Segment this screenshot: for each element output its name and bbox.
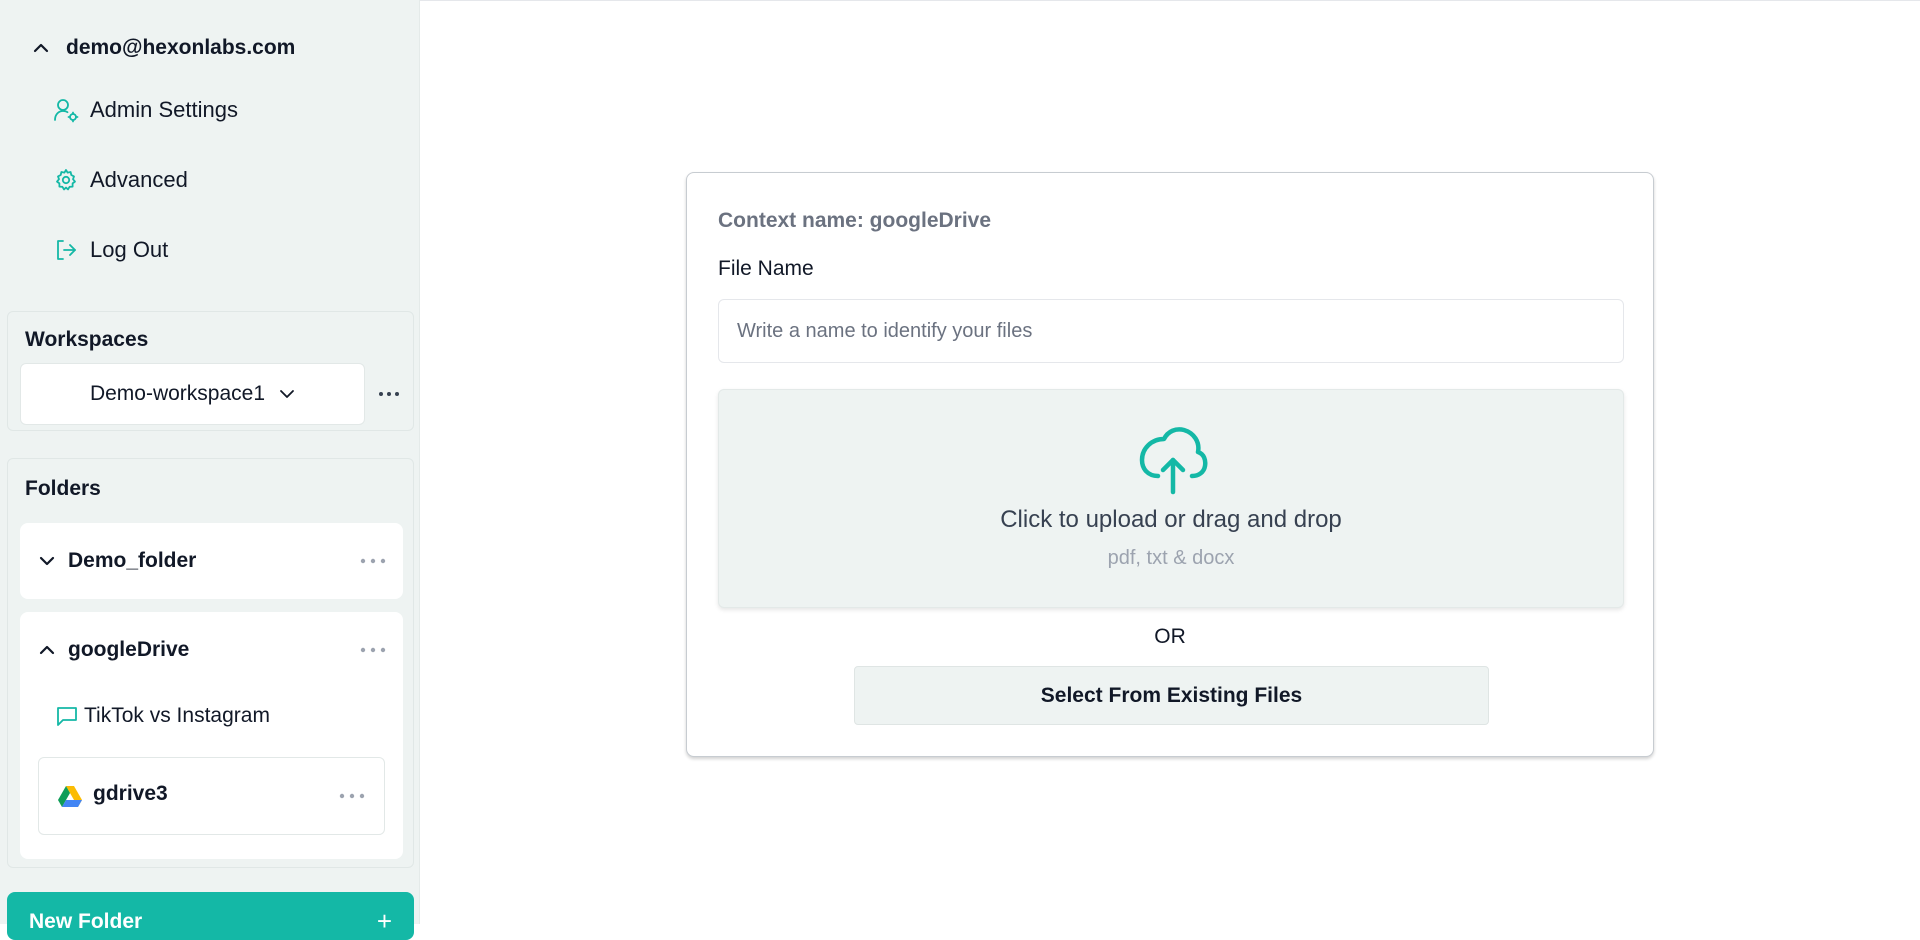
source-gdrive[interactable]: gdrive3 xyxy=(38,757,385,835)
workspaces-panel: Workspaces Demo-workspace1 xyxy=(7,311,414,431)
select-existing-files-label: Select From Existing Files xyxy=(1040,683,1303,707)
plus-icon: + xyxy=(376,906,392,936)
chat-item[interactable]: TikTok vs Instagram xyxy=(54,700,270,732)
file-name-label: File Name xyxy=(718,257,814,280)
advanced-label: Advanced xyxy=(90,167,188,192)
workspaces-title: Workspaces xyxy=(25,328,149,351)
workspace-more-icon[interactable] xyxy=(374,380,404,408)
dropzone-file-types: pdf, txt & docx xyxy=(1107,547,1235,569)
gear-icon xyxy=(52,166,80,194)
account-email: demo@hexonlabs.com xyxy=(66,36,296,59)
chevron-down-icon xyxy=(279,389,295,399)
log-out-label: Log Out xyxy=(90,237,169,262)
file-name-input[interactable] xyxy=(718,299,1624,363)
chevron-up-icon[interactable] xyxy=(34,640,60,660)
context-name: Context name: googleDrive xyxy=(718,209,992,232)
folder-more-icon[interactable] xyxy=(357,636,389,664)
new-folder-button[interactable]: New Folder + xyxy=(7,892,414,940)
folders-panel: Folders Demo_folder googleDrive TikTok v… xyxy=(7,458,414,868)
log-out-icon xyxy=(52,236,80,264)
folder-googledrive: googleDrive TikTok vs Instagram gdrive3 xyxy=(20,612,403,859)
upload-dropzone[interactable]: Click to upload or drag and drop pdf, tx… xyxy=(718,389,1624,608)
or-divider-text: OR xyxy=(1154,625,1186,648)
new-folder-label: New Folder xyxy=(29,910,143,933)
folder-demo-folder[interactable]: Demo_folder xyxy=(20,523,403,599)
folders-title: Folders xyxy=(25,477,101,500)
workspace-select[interactable]: Demo-workspace1 xyxy=(20,363,365,425)
advanced-link[interactable]: Advanced xyxy=(52,162,188,198)
dropzone-text: Click to upload or drag and drop xyxy=(1000,506,1342,533)
top-divider xyxy=(420,0,1920,1)
source-name: gdrive3 xyxy=(93,782,168,805)
google-drive-icon xyxy=(57,785,83,809)
chat-bubble-icon xyxy=(54,703,80,729)
upload-card: Context name: googleDrive File Name Clic… xyxy=(686,172,1654,757)
select-existing-files-button[interactable]: Select From Existing Files xyxy=(854,666,1489,725)
chat-label: TikTok vs Instagram xyxy=(84,704,270,727)
user-settings-icon xyxy=(52,96,80,124)
folder-header[interactable]: googleDrive xyxy=(20,612,403,688)
folder-name: Demo_folder xyxy=(68,549,197,572)
admin-settings-label: Admin Settings xyxy=(90,97,238,122)
folder-header: Demo_folder xyxy=(20,523,403,599)
chevron-up-icon xyxy=(28,38,54,58)
workspace-selected-label: Demo-workspace1 xyxy=(89,382,266,405)
folder-more-icon[interactable] xyxy=(357,547,389,575)
cloud-upload-icon xyxy=(1138,426,1208,496)
folder-name: googleDrive xyxy=(68,638,190,661)
admin-settings-link[interactable]: Admin Settings xyxy=(52,92,238,128)
log-out-link[interactable]: Log Out xyxy=(52,232,168,268)
sidebar: demo@hexonlabs.com Admin Settings Advanc… xyxy=(0,0,420,940)
chevron-down-icon[interactable] xyxy=(34,551,60,571)
account-toggle[interactable]: demo@hexonlabs.com xyxy=(28,33,295,63)
source-more-icon[interactable] xyxy=(336,782,368,810)
